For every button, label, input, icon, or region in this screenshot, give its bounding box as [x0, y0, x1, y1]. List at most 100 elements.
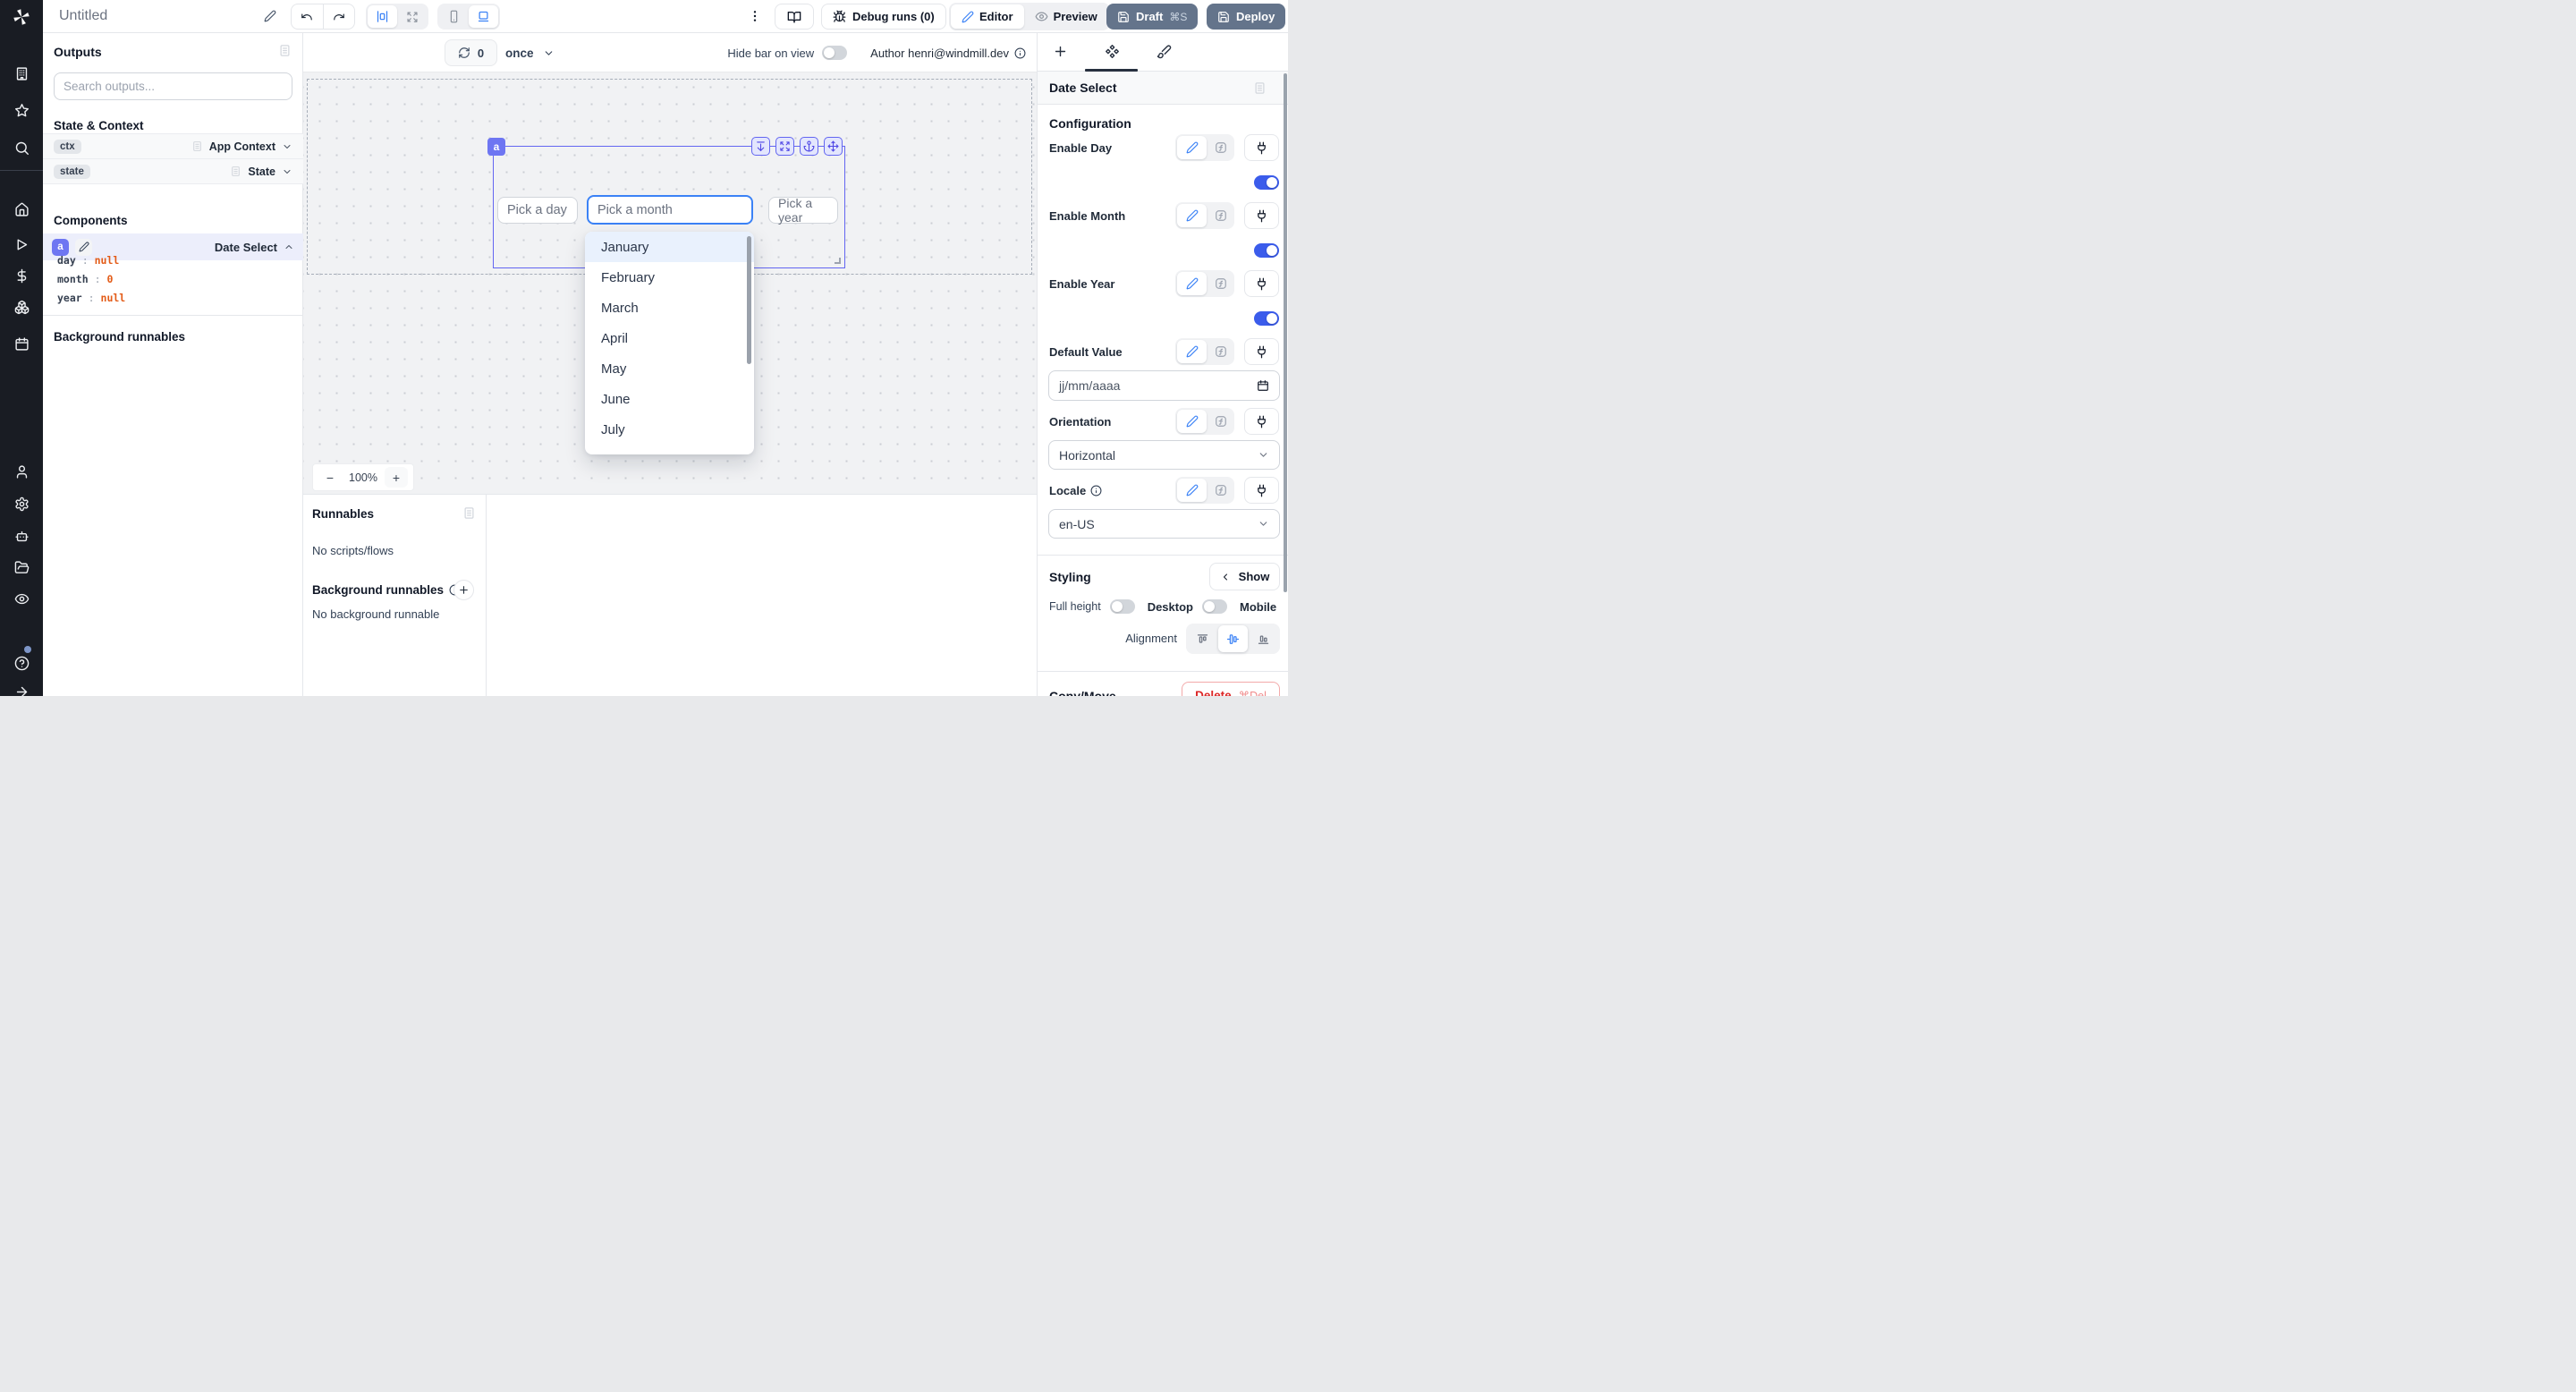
delete-component-button[interactable]: Delete ⌘Del: [1182, 682, 1280, 696]
enable-year-eval-button[interactable]: [1208, 272, 1233, 295]
default-value-static-button[interactable]: [1177, 340, 1207, 363]
deploy-button[interactable]: Deploy: [1207, 4, 1285, 30]
dropdown-scrollbar[interactable]: [747, 236, 751, 364]
toggle-panels-button[interactable]: [368, 5, 397, 28]
month-option-march[interactable]: March: [585, 293, 754, 323]
expand-down-handle[interactable]: [751, 137, 770, 156]
windmill-logo-icon[interactable]: [0, 0, 43, 33]
default-value-eval-button[interactable]: [1208, 340, 1233, 363]
align-bottom-button[interactable]: [1248, 625, 1278, 652]
sidebar-collapse-button[interactable]: [0, 676, 43, 696]
locale-static-button[interactable]: [1177, 479, 1207, 502]
locale-select[interactable]: en-US: [1048, 509, 1280, 539]
locale-eval-button[interactable]: [1208, 479, 1233, 502]
redo-button[interactable]: [324, 4, 355, 29]
zoom-out-button[interactable]: −: [318, 467, 342, 488]
full-height-toggle[interactable]: [1110, 599, 1135, 614]
month-option-february[interactable]: February: [585, 262, 754, 293]
component-chevron-up-icon[interactable]: [284, 242, 294, 252]
enable-year-toggle[interactable]: [1254, 311, 1279, 326]
month-option-august[interactable]: August: [585, 445, 754, 454]
output-row-ctx[interactable]: ctx App Context: [43, 133, 303, 159]
sidebar-item-settings[interactable]: [0, 488, 43, 519]
enable-year-connect-button[interactable]: [1244, 270, 1279, 297]
undo-button[interactable]: [292, 4, 324, 29]
orientation-static-button[interactable]: [1177, 410, 1207, 433]
fullsize-handle[interactable]: [775, 137, 794, 156]
app-canvas[interactable]: a Pick a day Pick a month Pick a year Ja…: [303, 72, 1037, 494]
ctx-chevron-down-icon[interactable]: [282, 141, 292, 152]
docs-button[interactable]: [775, 4, 814, 30]
align-center-button[interactable]: [1218, 625, 1249, 652]
search-outputs-input[interactable]: [54, 72, 292, 100]
month-option-april[interactable]: April: [585, 323, 754, 353]
locale-connect-button[interactable]: [1244, 477, 1279, 504]
orientation-select[interactable]: Horizontal: [1048, 440, 1280, 470]
month-option-july[interactable]: July: [585, 414, 754, 445]
component-doc-icon[interactable]: [1253, 81, 1267, 95]
tab-preview[interactable]: Preview: [1024, 4, 1108, 29]
enable-month-toggle[interactable]: [1254, 243, 1279, 258]
enable-month-static-button[interactable]: [1177, 204, 1207, 227]
desktop-toggle[interactable]: [1202, 599, 1227, 614]
tab-editor[interactable]: Editor: [951, 4, 1024, 29]
runnables-doc-icon[interactable]: [462, 506, 476, 520]
sidebar-item-search[interactable]: [0, 132, 43, 163]
schedule-dropdown[interactable]: once: [505, 39, 555, 66]
month-option-june[interactable]: June: [585, 384, 754, 414]
zoom-in-button[interactable]: +: [385, 467, 408, 488]
outputs-doc-icon[interactable]: [278, 44, 292, 57]
state-chevron-down-icon[interactable]: [282, 166, 292, 177]
enable-month-eval-button[interactable]: [1208, 204, 1233, 227]
sidebar-item-variables[interactable]: [0, 260, 43, 291]
debug-runs-button[interactable]: Debug runs (0): [821, 4, 946, 30]
sidebar-item-home[interactable]: [0, 194, 43, 225]
hide-bar-toggle[interactable]: [822, 46, 847, 60]
component-resize-handle[interactable]: [835, 258, 841, 264]
sidebar-item-audit[interactable]: [0, 583, 43, 614]
add-bg-runnable-button[interactable]: [453, 580, 474, 600]
default-value-date-input[interactable]: jj/mm/aaaa: [1048, 370, 1280, 401]
month-option-january[interactable]: January: [585, 232, 754, 262]
enable-month-connect-button[interactable]: [1244, 202, 1279, 229]
enable-day-toggle[interactable]: [1254, 175, 1279, 190]
orientation-connect-button[interactable]: [1244, 408, 1279, 435]
output-row-state[interactable]: state State: [43, 158, 303, 184]
sidebar-item-workspace[interactable]: [0, 58, 43, 89]
locale-info-icon[interactable]: [1090, 485, 1102, 497]
pick-year-input[interactable]: Pick a year: [768, 197, 838, 224]
sidebar-item-schedules[interactable]: [0, 328, 43, 359]
sidebar-item-users[interactable]: [0, 456, 43, 487]
month-option-may[interactable]: May: [585, 353, 754, 384]
enable-day-static-button[interactable]: [1177, 136, 1207, 159]
sidebar-item-workers[interactable]: [0, 521, 43, 551]
more-menu-icon[interactable]: [748, 9, 762, 23]
sidebar-item-folders[interactable]: [0, 552, 43, 582]
sidebar-item-help[interactable]: [0, 648, 43, 678]
draft-button[interactable]: Draft ⌘S: [1106, 4, 1198, 30]
pick-day-input[interactable]: Pick a day: [497, 197, 578, 224]
sidebar-item-favorites[interactable]: [0, 95, 43, 125]
runnables-panel-divider[interactable]: [486, 495, 487, 696]
author-info-icon[interactable]: [1014, 47, 1026, 59]
align-top-button[interactable]: [1188, 625, 1218, 652]
settings-scrollbar[interactable]: [1284, 73, 1287, 592]
enable-day-connect-button[interactable]: [1244, 134, 1279, 161]
orientation-eval-button[interactable]: [1208, 410, 1233, 433]
pick-month-input[interactable]: Pick a month: [587, 195, 753, 225]
refresh-count-button[interactable]: 0: [445, 39, 497, 66]
fullscreen-button[interactable]: [397, 5, 427, 28]
enable-day-eval-button[interactable]: [1208, 136, 1233, 159]
enable-year-static-button[interactable]: [1177, 272, 1207, 295]
edit-title-icon[interactable]: [264, 10, 276, 22]
tab-global-styling[interactable]: [1157, 44, 1172, 59]
sidebar-item-runs[interactable]: [0, 229, 43, 259]
date-calendar-icon[interactable]: [1257, 379, 1269, 392]
sidebar-item-resources[interactable]: [0, 292, 43, 322]
tab-component-settings[interactable]: [1105, 44, 1120, 59]
mobile-view-button[interactable]: [439, 5, 469, 28]
desktop-view-button[interactable]: [469, 5, 498, 28]
rename-component-button[interactable]: [75, 239, 92, 256]
move-handle[interactable]: [824, 137, 843, 156]
anchor-handle[interactable]: [800, 137, 818, 156]
